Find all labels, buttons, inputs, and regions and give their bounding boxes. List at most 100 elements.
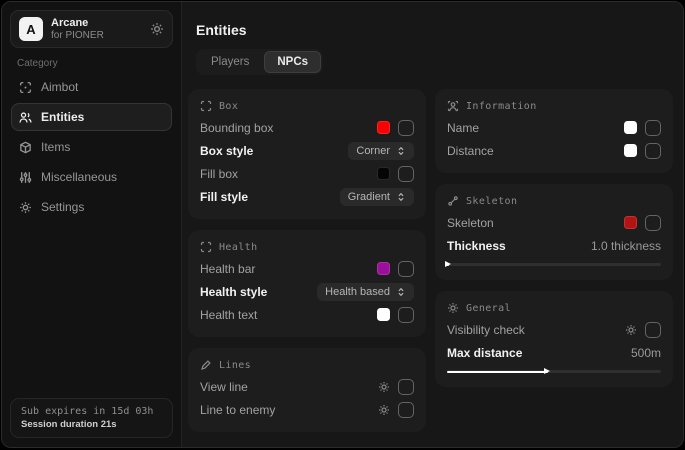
setting-row: Box style Corner — [200, 139, 414, 162]
lines-card: Lines View line — [188, 348, 426, 432]
setting-label: Line to enemy — [200, 403, 275, 417]
checkbox[interactable] — [645, 143, 661, 159]
sliders-icon — [19, 171, 32, 184]
pencil-icon — [200, 359, 212, 371]
setting-label: Health text — [200, 308, 257, 322]
slider-track — [447, 263, 661, 266]
setting-row: Name — [447, 116, 661, 139]
dropdown-value: Health based — [325, 286, 390, 298]
crosshair-icon — [19, 81, 32, 94]
setting-label: Health style — [200, 285, 267, 299]
sidebar: A Arcane for PIONER Category A — [2, 2, 182, 447]
category-label: Category — [17, 58, 181, 69]
checkbox[interactable] — [398, 307, 414, 323]
session-duration-text: Session duration 21s — [21, 419, 162, 430]
checkbox[interactable] — [645, 215, 661, 231]
sidebar-item-label: Settings — [41, 200, 84, 214]
setting-row: Health text — [200, 303, 414, 326]
dropdown-value: Gradient — [348, 191, 390, 203]
sidebar-item-label: Items — [41, 140, 70, 154]
app-logo: A — [19, 17, 43, 41]
setting-row: Distance — [447, 139, 661, 162]
setting-row: Bounding box — [200, 116, 414, 139]
sub-expires-text: Sub expires in 15d 03h — [21, 406, 162, 417]
setting-row: Health style Health based — [200, 280, 414, 303]
tab-npcs[interactable]: NPCs — [264, 51, 321, 73]
app-name: Arcane — [51, 17, 142, 30]
setting-label: Visibility check — [447, 323, 525, 337]
sidebar-item-items[interactable]: Items — [11, 133, 172, 161]
tab-bar: Players NPCs — [196, 49, 323, 75]
card-title: Skeleton — [466, 196, 517, 207]
app-window: A Arcane for PIONER Category A — [1, 1, 684, 448]
card-title: Box — [219, 101, 238, 112]
skeleton-card: Skeleton Skeleton Thickness 1.0 thicknes… — [435, 184, 673, 280]
main-panel: Entities Players NPCs Box — [183, 2, 683, 447]
checkbox[interactable] — [398, 379, 414, 395]
gear-icon — [447, 302, 459, 314]
setting-label: Bounding box — [200, 121, 273, 135]
checkbox[interactable] — [645, 322, 661, 338]
setting-row: Fill style Gradient — [200, 185, 414, 208]
unfold-icon — [396, 192, 406, 202]
cube-icon — [19, 141, 32, 154]
sidebar-item-entities[interactable]: Entities — [11, 103, 172, 131]
setting-row: Max distance 500m — [447, 341, 661, 364]
slider-value: 1.0 thickness — [591, 239, 661, 253]
page-title: Entities — [196, 22, 683, 38]
color-swatch[interactable] — [377, 262, 390, 275]
card-title: Health — [219, 242, 258, 253]
dropdown-value: Corner — [356, 145, 390, 157]
sidebar-nav: Aimbot Entities Items — [2, 73, 181, 221]
color-swatch[interactable] — [377, 121, 390, 134]
setting-label: Fill box — [200, 167, 238, 181]
bone-icon — [447, 195, 459, 207]
entities-icon — [19, 111, 32, 124]
slider-value: 500m — [631, 346, 661, 360]
information-card: Information Name Distance — [435, 89, 673, 173]
card-title: Lines — [219, 360, 251, 371]
sidebar-item-label: Entities — [41, 110, 84, 124]
setting-label: Name — [447, 121, 479, 135]
setting-label: Fill style — [200, 190, 248, 204]
tab-players[interactable]: Players — [198, 51, 262, 73]
setting-label: Thickness — [447, 239, 506, 253]
gear-icon[interactable] — [625, 324, 637, 336]
bounding-box-icon — [200, 100, 212, 112]
health-style-dropdown[interactable]: Health based — [317, 283, 414, 301]
color-swatch[interactable] — [377, 167, 390, 180]
setting-row: Line to enemy — [200, 398, 414, 421]
setting-row: View line — [200, 375, 414, 398]
setting-label: Health bar — [200, 262, 255, 276]
color-swatch[interactable] — [624, 121, 637, 134]
color-swatch[interactable] — [624, 144, 637, 157]
slider-handle[interactable] — [544, 368, 550, 374]
max-distance-slider[interactable] — [447, 366, 661, 376]
checkbox[interactable] — [398, 261, 414, 277]
card-title: Information — [466, 101, 537, 112]
box-style-dropdown[interactable]: Corner — [348, 142, 414, 160]
sidebar-item-aimbot[interactable]: Aimbot — [11, 73, 172, 101]
color-swatch[interactable] — [624, 216, 637, 229]
checkbox[interactable] — [398, 166, 414, 182]
sidebar-item-miscellaneous[interactable]: Miscellaneous — [11, 163, 172, 191]
gear-icon[interactable] — [378, 404, 390, 416]
setting-label: View line — [200, 380, 248, 394]
setting-label: Box style — [200, 144, 253, 158]
bounding-box-icon — [200, 241, 212, 253]
sidebar-item-label: Aimbot — [41, 80, 78, 94]
checkbox[interactable] — [398, 402, 414, 418]
brand-card: A Arcane for PIONER — [10, 10, 173, 48]
checkbox[interactable] — [645, 120, 661, 136]
gear-icon[interactable] — [378, 381, 390, 393]
color-swatch[interactable] — [377, 308, 390, 321]
slider-handle[interactable] — [445, 261, 451, 267]
fill-style-dropdown[interactable]: Gradient — [340, 188, 414, 206]
box-card: Box Bounding box Box style Corner — [188, 89, 426, 219]
gear-icon[interactable] — [150, 22, 164, 36]
thickness-slider[interactable] — [447, 259, 661, 269]
setting-row: Health bar — [200, 257, 414, 280]
card-title: General — [466, 303, 511, 314]
sidebar-item-settings[interactable]: Settings — [11, 193, 172, 221]
checkbox[interactable] — [398, 120, 414, 136]
